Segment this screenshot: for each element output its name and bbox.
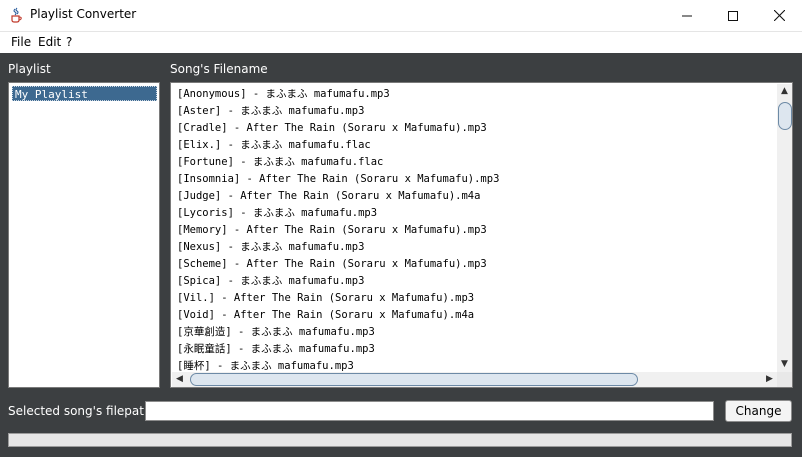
menu-file[interactable]: File: [11, 35, 31, 49]
close-icon: [773, 10, 785, 21]
song-row[interactable]: [Aster] - まふまふ mafumafu.mp3: [177, 103, 499, 120]
menu-help[interactable]: ?: [66, 35, 72, 49]
playlist-list[interactable]: My Playlist: [8, 82, 160, 388]
close-button[interactable]: [756, 0, 802, 31]
scroll-right-icon[interactable]: ▶: [762, 372, 777, 387]
song-row[interactable]: [永眠童話] - まふまふ mafumafu.mp3: [177, 341, 499, 358]
filepath-label: Selected song's filepath:: [8, 404, 156, 418]
horizontal-scroll-thumb[interactable]: [190, 373, 638, 386]
scroll-left-icon[interactable]: ◀: [172, 372, 187, 387]
song-row[interactable]: [京華創造] - まふまふ mafumafu.mp3: [177, 324, 499, 341]
songs-label: Song's Filename: [170, 62, 268, 76]
title-bar: Playlist Converter: [0, 0, 802, 32]
vertical-scrollbar[interactable]: ▲ ▼: [777, 84, 792, 372]
song-row[interactable]: [Void] - After The Rain (Soraru x Mafuma…: [177, 307, 499, 324]
playlist-label: Playlist: [8, 62, 51, 76]
playlist-item-my-playlist[interactable]: My Playlist: [12, 86, 157, 101]
java-cup-icon: [11, 7, 22, 23]
song-row[interactable]: [Fortune] - まふまふ mafumafu.flac: [177, 154, 499, 171]
song-row[interactable]: [Judge] - After The Rain (Soraru x Mafum…: [177, 188, 499, 205]
song-row[interactable]: [Cradle] - After The Rain (Soraru x Mafu…: [177, 120, 499, 137]
menu-edit[interactable]: Edit: [38, 35, 61, 49]
minimize-button[interactable]: [664, 0, 710, 31]
filepath-input[interactable]: [145, 401, 714, 421]
progress-bar: [8, 433, 792, 447]
maximize-button[interactable]: [710, 0, 756, 31]
song-row[interactable]: [Elix.] - まふまふ mafumafu.flac: [177, 137, 499, 154]
song-row[interactable]: [Spica] - まふまふ mafumafu.mp3: [177, 273, 499, 290]
song-rows: [Anonymous] - まふまふ mafumafu.mp3 [Aster] -…: [177, 86, 499, 375]
scroll-up-icon[interactable]: ▲: [777, 84, 792, 99]
vertical-scroll-thumb[interactable]: [778, 102, 792, 130]
horizontal-scrollbar[interactable]: ◀ ▶: [172, 372, 777, 387]
song-row[interactable]: [Nexus] - まふまふ mafumafu.mp3: [177, 239, 499, 256]
change-button[interactable]: Change: [725, 400, 792, 422]
song-row[interactable]: [Lycoris] - まふまふ mafumafu.mp3: [177, 205, 499, 222]
scrollbar-corner: [777, 372, 792, 387]
song-row[interactable]: [Memory] - After The Rain (Soraru x Mafu…: [177, 222, 499, 239]
minimize-icon: [682, 15, 692, 16]
maximize-icon: [728, 10, 738, 21]
song-row[interactable]: [Scheme] - After The Rain (Soraru x Mafu…: [177, 256, 499, 273]
song-row[interactable]: [Insomnia] - After The Rain (Soraru x Ma…: [177, 171, 499, 188]
song-row[interactable]: [Vil.] - After The Rain (Soraru x Mafuma…: [177, 290, 499, 307]
songs-list[interactable]: [Anonymous] - まふまふ mafumafu.mp3 [Aster] -…: [170, 82, 793, 388]
scroll-down-icon[interactable]: ▼: [777, 357, 792, 372]
window-title: Playlist Converter: [30, 7, 137, 21]
menu-bar: File Edit ?: [0, 32, 802, 53]
song-row[interactable]: [Anonymous] - まふまふ mafumafu.mp3: [177, 86, 499, 103]
